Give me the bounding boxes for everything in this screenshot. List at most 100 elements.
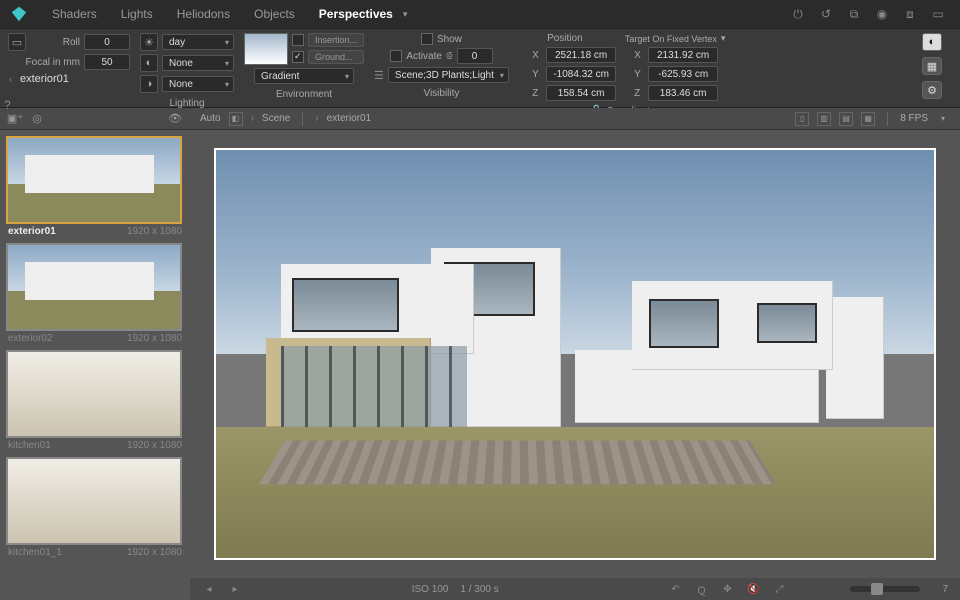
render-frame[interactable] <box>214 148 936 560</box>
camera-name-input[interactable] <box>20 73 130 85</box>
inspector-bar: ▭ Roll Focal in mm ‹ ☀day ◐None ◑None Li… <box>0 28 960 108</box>
z-label: Z <box>532 88 542 99</box>
layout-1-icon[interactable]: ▯ <box>795 112 809 126</box>
crop-icon[interactable]: ⧈ <box>902 6 918 22</box>
menu-objects[interactable]: Objects <box>242 3 307 25</box>
visibility-group: Show Activate ⟃ ☰Scene;3D Plants;Light V… <box>374 33 509 99</box>
viewport <box>190 130 960 578</box>
y-label: Y <box>532 69 542 80</box>
camera-reset-icon[interactable]: ▭ <box>8 33 26 51</box>
clip-icon[interactable]: ⟃ <box>446 50 453 63</box>
lighting-group: ☀day ◐None ◑None Lighting <box>140 33 234 109</box>
insertion-button[interactable]: Insertion... <box>308 33 364 47</box>
visibility-section-label: Visibility <box>423 88 459 99</box>
chevron-left-icon[interactable]: ‹ <box>9 74 12 84</box>
yinyang-button[interactable]: ◐ <box>922 33 942 51</box>
target-z-input[interactable] <box>648 85 718 101</box>
undo-icon[interactable]: ↶ <box>668 582 682 596</box>
thumb-resolution: 1920 x 1080 <box>127 333 182 344</box>
iso-label[interactable]: ISO 100 <box>412 584 449 595</box>
layout-4-icon[interactable]: ▦ <box>861 112 875 126</box>
render-building <box>632 281 833 371</box>
shutter-label[interactable]: 1 / 300 s <box>460 584 498 595</box>
thumb-resolution: 1920 x 1080 <box>127 226 182 237</box>
eye-icon[interactable]: 👁 <box>166 111 184 127</box>
show-checkbox[interactable] <box>421 33 433 45</box>
thumb-resolution: 1920 x 1080 <box>127 440 182 451</box>
render-deck <box>259 440 776 484</box>
auto-toggle[interactable]: ◧ <box>229 112 243 126</box>
camera-group: ▭ Roll Focal in mm ‹ <box>8 33 130 85</box>
neon1-dropdown[interactable]: None <box>162 55 234 71</box>
sound-icon[interactable]: 🔇 <box>746 582 760 596</box>
thumb-name: exterior01 <box>8 226 56 237</box>
pos-y-input[interactable] <box>546 66 616 82</box>
background-dropdown[interactable]: Gradient <box>254 68 354 84</box>
layers-icon[interactable]: ☰ <box>374 69 384 82</box>
fps-menu-icon[interactable]: ▾ <box>936 112 950 126</box>
environment-group: Insertion... Ground... Gradient Environm… <box>244 33 364 100</box>
thumb-name: kitchen01_1 <box>8 547 62 558</box>
background-swatch[interactable] <box>244 33 288 65</box>
window-icon[interactable]: ▭ <box>930 6 946 22</box>
neon2-dropdown[interactable]: None <box>162 76 234 92</box>
heliodon-dropdown[interactable]: day <box>162 34 234 50</box>
menu-perspectives[interactable]: Perspectives <box>307 3 405 25</box>
activate-checkbox[interactable] <box>390 50 402 62</box>
hand-icon[interactable]: Ｑ <box>694 582 708 596</box>
layout-3-icon[interactable]: ▤ <box>839 112 853 126</box>
move-icon[interactable]: ✥ <box>720 582 734 596</box>
copy-icon[interactable]: ⧉ <box>846 6 862 22</box>
pos-x-input[interactable] <box>546 47 616 63</box>
coordinates-group: Position Target On Fixed Vertex▾ XX YY Z… <box>525 33 726 117</box>
thumb-resolution: 1920 x 1080 <box>127 547 182 558</box>
target-x-input[interactable] <box>648 47 718 63</box>
menu-heliodons[interactable]: Heliodons <box>165 3 242 25</box>
light2-icon[interactable]: ◑ <box>140 75 158 93</box>
layout-2-icon[interactable]: ▥ <box>817 112 831 126</box>
show-label: Show <box>437 34 462 45</box>
camera-view-icon[interactable]: ◎ <box>28 111 46 127</box>
activate-input[interactable] <box>457 48 493 64</box>
zoom-slider[interactable] <box>850 586 920 592</box>
thumbnails-list: exterior011920 x 1080exterior021920 x 10… <box>0 130 190 600</box>
menu-shaders[interactable]: Shaders <box>40 3 109 25</box>
thumbnail-exterior01[interactable]: exterior01 1920 x 1080 <box>6 136 184 237</box>
menu-caret-icon: ▾ <box>403 9 408 20</box>
target-y-input[interactable] <box>648 66 718 82</box>
thumbnail-exterior02[interactable]: exterior021920 x 1080 <box>6 243 184 344</box>
ground-button[interactable]: Ground... <box>308 50 364 64</box>
thumbnails-sidebar: ▣⁺ ◎ 👁 exterior011920 x 1080exterior0219… <box>0 108 190 600</box>
thumbnail-kitchen01_1[interactable]: kitchen01_1 1920 x 1080 <box>6 457 184 558</box>
expand-icon[interactable]: ⤢ <box>772 582 786 596</box>
sun-icon[interactable]: ☀ <box>140 33 158 51</box>
focal-input[interactable] <box>84 54 130 70</box>
chevron-right-icon: › <box>251 113 254 124</box>
pos-z-input[interactable] <box>546 85 616 101</box>
insertion-checkbox[interactable] <box>292 34 304 46</box>
viewport-area: Auto ◧ › Scene › exterior01 ▯ ▥ ▤ ▦ 8 FP… <box>190 108 960 600</box>
menu-lights[interactable]: Lights <box>109 3 165 25</box>
nav-next-icon[interactable]: ▸ <box>228 582 242 596</box>
thumbnail-kitchen01[interactable]: kitchen01 1920 x 1080 <box>6 350 184 451</box>
settings-button[interactable]: ⚙ <box>922 81 942 99</box>
render-glass-wall <box>281 346 468 428</box>
inspector-actions: ◐ ▦ ⚙ <box>922 33 942 99</box>
power-icon[interactable]: ⏻ <box>790 6 806 22</box>
ground-checkbox[interactable] <box>292 51 304 63</box>
render-button[interactable]: ▦ <box>922 57 942 75</box>
light-icon[interactable]: ◐ <box>140 54 158 72</box>
auto-label: Auto <box>200 113 221 124</box>
scene-crumb[interactable]: Scene <box>262 113 290 124</box>
nav-prev-icon[interactable]: ◂ <box>202 582 216 596</box>
help-icon[interactable]: ? <box>4 98 11 112</box>
history-icon[interactable]: ↺ <box>818 6 834 22</box>
camera-icon[interactable]: ◉ <box>874 6 890 22</box>
target-header[interactable]: Target On Fixed Vertex▾ <box>625 33 726 44</box>
roll-input[interactable] <box>84 34 130 50</box>
camera-crumb[interactable]: exterior01 <box>327 113 371 124</box>
add-view-icon[interactable]: ▣⁺ <box>6 111 24 127</box>
thumb-name: kitchen01 <box>8 440 51 451</box>
layers-dropdown[interactable]: Scene;3D Plants;Light <box>388 67 509 83</box>
chevron-down-icon: ▾ <box>721 33 726 44</box>
